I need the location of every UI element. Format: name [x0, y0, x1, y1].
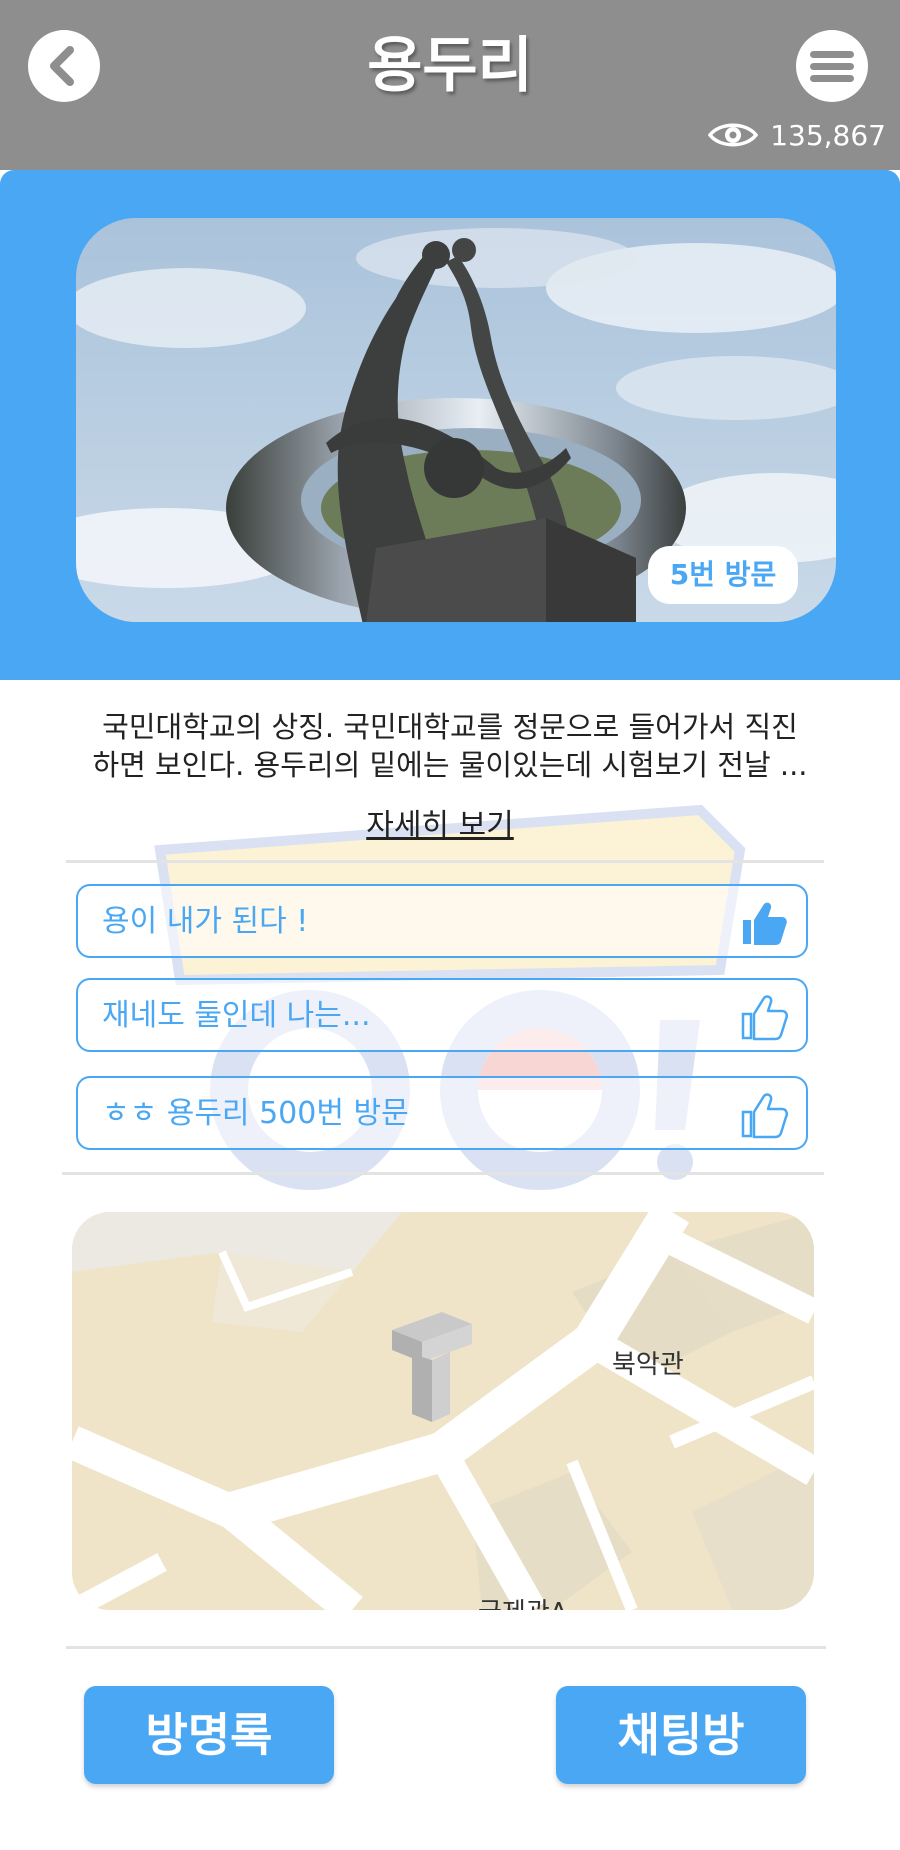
eye-icon	[708, 123, 759, 147]
location-map[interactable]: 북악관 국제관A	[72, 1212, 814, 1610]
map-label: 북악관	[612, 1350, 684, 1380]
see-more-link[interactable]: 자세히 보기	[330, 800, 550, 844]
view-count: 135,867	[770, 118, 886, 152]
chevron-left-icon	[50, 46, 74, 86]
comment-item[interactable]: ㅎㅎ 용두리 500번 방문	[76, 1076, 808, 1150]
view-counter: 135,867	[708, 116, 886, 154]
app-header: 용두리 135,867	[0, 0, 900, 170]
comment-text: 재네도 둘인데 나는...	[102, 998, 371, 1033]
thumbs-up-outline-icon[interactable]	[738, 992, 788, 1042]
comment-item[interactable]: 용이 내가 된다 !	[76, 884, 808, 958]
comment-text: ㅎㅎ 용두리 500번 방문	[102, 1096, 409, 1131]
description-line-1: 국민대학교의 상징. 국민대학교를 정문으로 들어가서 직진	[102, 710, 798, 744]
visit-count-badge: 5번 방문	[648, 546, 798, 604]
hero-section: 5번 방문	[0, 170, 900, 680]
chatroom-button[interactable]: 채팅방	[556, 1686, 806, 1784]
divider	[66, 1646, 826, 1649]
page-title: 용두리	[367, 31, 533, 101]
divider	[62, 1172, 824, 1175]
map-label: 국제관A	[478, 1592, 568, 1610]
guestbook-button[interactable]: 방명록	[84, 1686, 334, 1784]
divider	[66, 860, 824, 863]
place-description: 국민대학교의 상징. 국민대학교를 정문으로 들어가서 직진 하면 보인다. 용…	[70, 708, 830, 784]
comment-item[interactable]: 재네도 둘인데 나는...	[76, 978, 808, 1052]
back-button[interactable]	[28, 30, 100, 102]
thumbs-up-outline-icon[interactable]	[738, 1090, 788, 1140]
thumbs-up-filled-icon[interactable]	[738, 898, 788, 948]
hamburger-menu-icon	[810, 51, 854, 82]
menu-button[interactable]	[796, 30, 868, 102]
comment-text: 용이 내가 된다 !	[102, 904, 309, 939]
description-line-2: 하면 보인다. 용두리의 밑에는 물이있는데 시험보기 전날 ...	[92, 748, 808, 782]
